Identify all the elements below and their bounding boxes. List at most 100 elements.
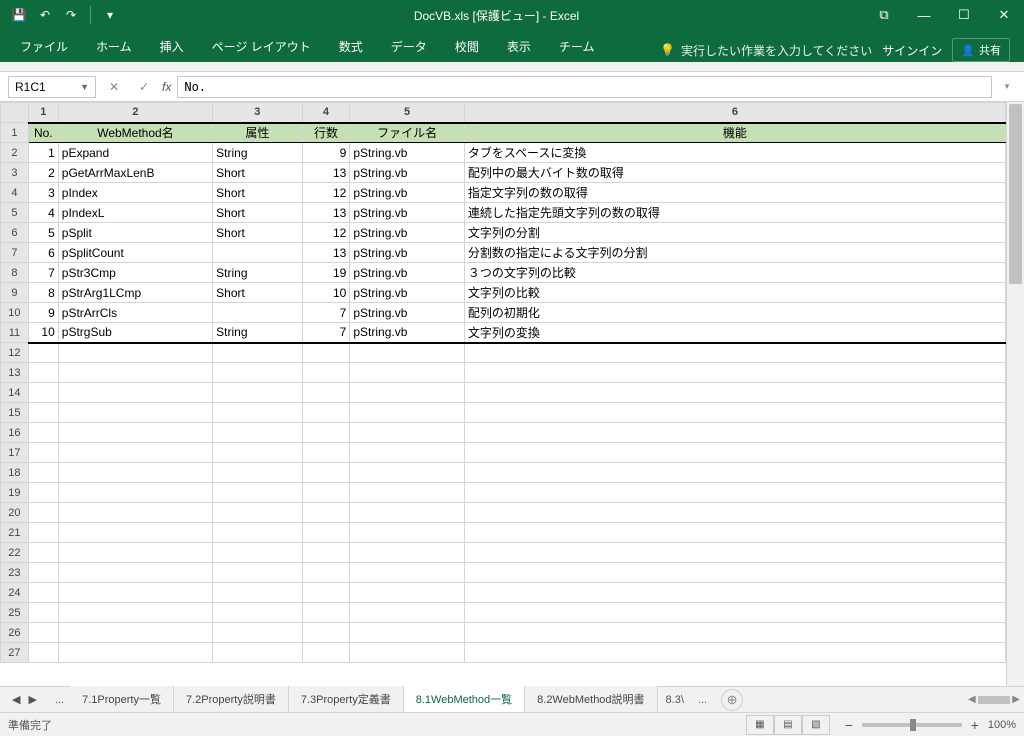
cell[interactable]: 9 (302, 143, 350, 163)
cell[interactable]: 9 (28, 303, 58, 323)
undo-icon[interactable]: ↶ (36, 6, 54, 24)
col-header[interactable]: 4 (302, 103, 350, 123)
cell[interactable] (302, 603, 350, 623)
cell[interactable]: 7 (28, 263, 58, 283)
cell[interactable] (28, 483, 58, 503)
name-box-dropdown-icon[interactable]: ▼ (80, 82, 89, 92)
table-header-cell[interactable]: 属性 (213, 123, 302, 143)
ribbon-tab-7[interactable]: 表示 (493, 31, 545, 62)
row-header[interactable]: 25 (1, 603, 29, 623)
row-header[interactable]: 17 (1, 443, 29, 463)
cell[interactable] (213, 303, 302, 323)
cell[interactable] (464, 603, 1005, 623)
col-header[interactable]: 1 (28, 103, 58, 123)
cell[interactable] (213, 423, 302, 443)
row-header[interactable]: 6 (1, 223, 29, 243)
cell[interactable] (302, 543, 350, 563)
cell[interactable] (28, 463, 58, 483)
cell[interactable] (28, 343, 58, 363)
tab-nav-prev-icon[interactable]: ◀ (10, 691, 22, 708)
horizontal-scrollbar[interactable] (978, 696, 1011, 704)
cell[interactable] (58, 583, 212, 603)
cell[interactable]: pString.vb (350, 223, 464, 243)
cell[interactable] (464, 623, 1005, 643)
row-header[interactable]: 9 (1, 283, 29, 303)
cell[interactable] (213, 543, 302, 563)
cell[interactable] (464, 563, 1005, 583)
cell[interactable]: pStrgSub (58, 323, 212, 343)
cell[interactable] (58, 563, 212, 583)
ribbon-tab-3[interactable]: ページ レイアウト (198, 31, 325, 62)
cell[interactable] (213, 523, 302, 543)
cell[interactable]: pString.vb (350, 143, 464, 163)
row-header[interactable]: 8 (1, 263, 29, 283)
cell[interactable] (28, 403, 58, 423)
view-normal-button[interactable]: ▦ (746, 715, 774, 735)
cell[interactable]: 12 (302, 223, 350, 243)
view-page-break-button[interactable]: ▧ (802, 715, 830, 735)
row-header[interactable]: 3 (1, 163, 29, 183)
zoom-level[interactable]: 100% (988, 719, 1016, 731)
row-header[interactable]: 15 (1, 403, 29, 423)
cell[interactable] (464, 483, 1005, 503)
cell[interactable]: pString.vb (350, 263, 464, 283)
cell[interactable] (28, 643, 58, 663)
cell[interactable] (28, 443, 58, 463)
cell[interactable] (213, 443, 302, 463)
cell[interactable] (58, 403, 212, 423)
cell[interactable] (464, 463, 1005, 483)
cell[interactable] (302, 563, 350, 583)
cell[interactable] (302, 423, 350, 443)
cell[interactable] (350, 643, 464, 663)
ribbon-tab-6[interactable]: 校閲 (441, 31, 493, 62)
row-header[interactable]: 19 (1, 483, 29, 503)
cell[interactable] (302, 463, 350, 483)
row-header[interactable]: 21 (1, 523, 29, 543)
row-header[interactable]: 27 (1, 643, 29, 663)
row-header[interactable]: 20 (1, 503, 29, 523)
ribbon-tab-1[interactable]: ホーム (82, 31, 146, 62)
cell[interactable] (58, 523, 212, 543)
name-box[interactable]: R1C1 ▼ (8, 76, 96, 98)
cancel-formula-icon[interactable]: ✕ (102, 76, 126, 98)
cell[interactable] (28, 603, 58, 623)
sign-in-link[interactable]: サインイン (882, 42, 942, 59)
cell[interactable] (302, 483, 350, 503)
row-header[interactable]: 26 (1, 623, 29, 643)
table-header-cell[interactable]: No. (28, 123, 58, 143)
cell[interactable] (350, 363, 464, 383)
col-header[interactable]: 3 (213, 103, 302, 123)
tab-nav-ellipsis[interactable]: ... (49, 694, 70, 706)
cell[interactable]: 文字列の分割 (464, 223, 1005, 243)
vertical-scrollbar[interactable] (1006, 102, 1024, 686)
cell[interactable]: Short (213, 283, 302, 303)
sheet-tab-4[interactable]: 8.2WebMethod説明書 (525, 686, 657, 714)
cell[interactable]: Short (213, 223, 302, 243)
ribbon-tab-0[interactable]: ファイル (6, 31, 82, 62)
cell[interactable]: pString.vb (350, 303, 464, 323)
cell[interactable]: 1 (28, 143, 58, 163)
cell[interactable]: 7 (302, 323, 350, 343)
cell[interactable] (302, 503, 350, 523)
cell[interactable]: Short (213, 203, 302, 223)
vertical-scrollbar-thumb[interactable] (1009, 104, 1022, 284)
cell[interactable]: Short (213, 183, 302, 203)
cell[interactable] (350, 423, 464, 443)
cell[interactable]: 4 (28, 203, 58, 223)
cell[interactable]: 文字列の変換 (464, 323, 1005, 343)
cell[interactable] (464, 543, 1005, 563)
save-icon[interactable]: 💾 (10, 6, 28, 24)
cell[interactable] (58, 383, 212, 403)
table-header-cell[interactable]: WebMethod名 (58, 123, 212, 143)
cell[interactable] (350, 383, 464, 403)
cell[interactable] (58, 343, 212, 363)
ribbon-display-button[interactable]: ⧉ (864, 0, 904, 30)
table-header-cell[interactable]: 機能 (464, 123, 1005, 143)
cell[interactable] (28, 543, 58, 563)
cell[interactable]: 配列中の最大バイト数の取得 (464, 163, 1005, 183)
cell[interactable] (350, 343, 464, 363)
cell[interactable]: pString.vb (350, 183, 464, 203)
close-button[interactable]: ✕ (984, 0, 1024, 30)
cell[interactable] (28, 383, 58, 403)
cell[interactable] (58, 363, 212, 383)
